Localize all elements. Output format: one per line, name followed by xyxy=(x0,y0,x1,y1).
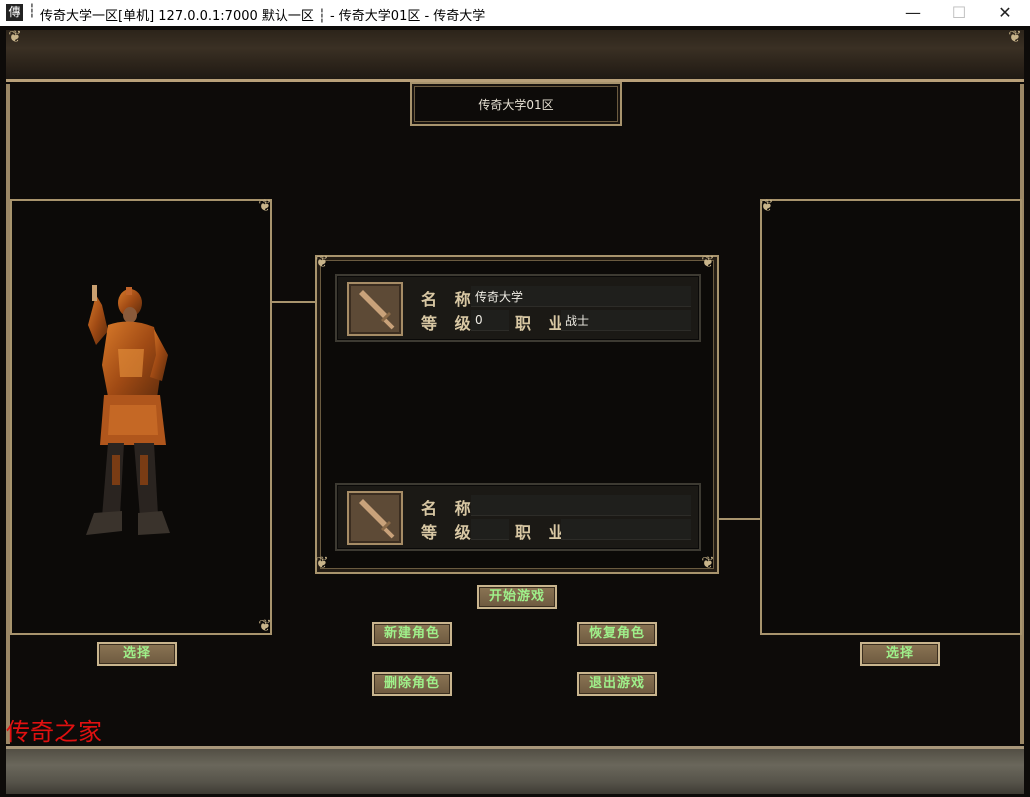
sword-icon xyxy=(347,491,403,545)
corner-ornament-icon: ❦ xyxy=(258,616,272,635)
bottom-decor-strip xyxy=(6,746,1024,794)
corner-ornament-icon: ❦ xyxy=(760,196,774,215)
level-label: 等 级 xyxy=(421,523,477,542)
select-left-label: 选择 xyxy=(122,646,151,661)
server-name-box: 传奇大学01区 xyxy=(410,82,622,126)
corner-ornament-icon: ❦ xyxy=(701,553,715,572)
minimize-button[interactable]: — xyxy=(890,0,936,26)
corner-ornament-icon: ❦ xyxy=(1008,27,1022,46)
game-client-area: ❦ ❦ 传奇大学01区 ❦ ❦ ❦ ❦ ❦ ❦ ❦ 名 称 等 级 职 业 传奇… xyxy=(0,26,1030,797)
exit-game-button[interactable]: 退出游戏 xyxy=(577,672,657,696)
sword-icon xyxy=(347,282,403,336)
close-button[interactable]: ✕ xyxy=(982,0,1028,26)
name-label: 名 称 xyxy=(421,290,477,309)
corner-ornament-icon: ❦ xyxy=(315,553,329,572)
character-preview-right[interactable]: ❦ xyxy=(760,196,1022,635)
top-decor-strip xyxy=(6,30,1024,82)
restore-character-button[interactable]: 恢复角色 xyxy=(577,622,657,646)
watermark-text: 传奇之家 xyxy=(6,718,102,746)
connector-line xyxy=(717,518,760,520)
start-game-label: 开始游戏 xyxy=(488,589,545,604)
window-title: 传奇大学一区[单机] 127.0.0.1:7000 默认一区 ┆ - 传奇大学0… xyxy=(40,9,486,24)
warrior-figure xyxy=(86,285,170,535)
app-icon: 傳 xyxy=(6,4,23,21)
level-field xyxy=(471,519,509,540)
maximize-button[interactable]: ☐ xyxy=(936,0,982,26)
start-game-button[interactable]: 开始游戏 xyxy=(477,585,557,609)
delete-character-button[interactable]: 删除角色 xyxy=(372,672,452,696)
server-name: 传奇大学01区 xyxy=(478,98,554,112)
character-info-frame: ❦ ❦ ❦ ❦ 名 称 等 级 职 业 传奇大学 0 战士 名 称 等 级 职 … xyxy=(315,252,719,574)
character-level: 0 xyxy=(475,313,483,327)
select-right-label: 选择 xyxy=(885,646,914,661)
connector-line xyxy=(270,301,315,303)
name-field xyxy=(471,495,691,516)
corner-ornament-icon: ❦ xyxy=(258,196,272,215)
level-label: 等 级 xyxy=(421,314,477,333)
job-field xyxy=(561,519,691,540)
corner-ornament-icon: ❦ xyxy=(8,27,22,46)
corner-ornament-icon: ❦ xyxy=(701,252,715,271)
character-name: 传奇大学 xyxy=(475,290,524,304)
title-separator: ┆ xyxy=(28,4,36,19)
new-character-label: 新建角色 xyxy=(383,626,440,641)
corner-ornament-icon: ❦ xyxy=(315,252,329,271)
character-slot-2[interactable]: 名 称 等 级 职 业 xyxy=(335,483,701,551)
character-preview-left[interactable]: ❦ ❦ xyxy=(10,196,272,635)
name-label: 名 称 xyxy=(421,499,477,518)
select-right-button[interactable]: 选择 xyxy=(860,642,940,666)
window-title-bar[interactable]: 傳 ┆ 传奇大学一区[单机] 127.0.0.1:7000 默认一区 ┆ - 传… xyxy=(0,0,1030,27)
restore-character-label: 恢复角色 xyxy=(588,626,645,641)
select-left-button[interactable]: 选择 xyxy=(97,642,177,666)
exit-game-label: 退出游戏 xyxy=(588,676,645,691)
character-job: 战士 xyxy=(565,314,590,328)
new-character-button[interactable]: 新建角色 xyxy=(372,622,452,646)
character-slot-1[interactable]: 名 称 等 级 职 业 传奇大学 0 战士 xyxy=(335,274,701,342)
delete-character-label: 删除角色 xyxy=(383,676,440,691)
